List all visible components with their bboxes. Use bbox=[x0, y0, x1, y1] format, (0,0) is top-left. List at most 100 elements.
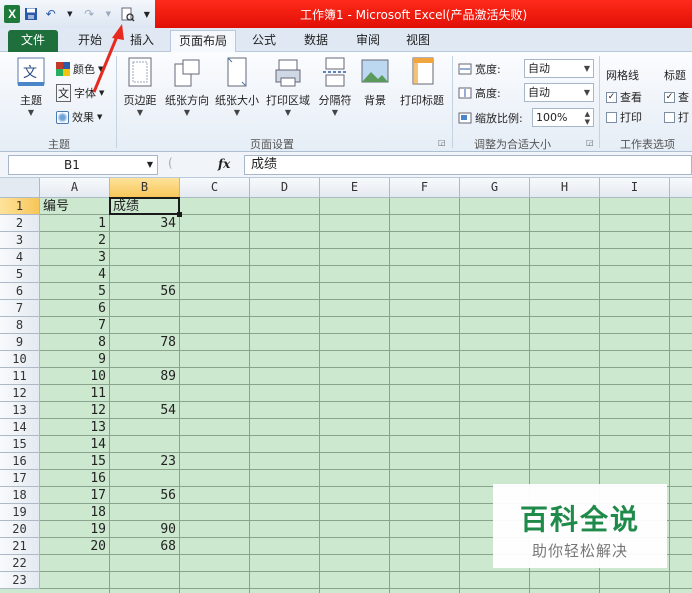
row-header-5[interactable]: 5 bbox=[0, 266, 40, 283]
breaks-button[interactable]: 分隔符 ▼ bbox=[314, 54, 356, 122]
orientation-button[interactable]: 纸张方向 ▼ bbox=[162, 54, 212, 122]
cell-b6[interactable]: 56 bbox=[110, 283, 179, 300]
spinner-arrows-icon[interactable]: ▲ ▼ bbox=[585, 110, 590, 126]
row-header-22[interactable]: 22 bbox=[0, 555, 40, 572]
row-header-14[interactable]: 14 bbox=[0, 419, 40, 436]
cell-b2[interactable]: 34 bbox=[110, 215, 179, 232]
row-header-7[interactable]: 7 bbox=[0, 300, 40, 317]
colors-button[interactable]: 颜色 ▼ bbox=[56, 60, 103, 78]
cell-b16[interactable]: 23 bbox=[110, 453, 179, 470]
cell-b11[interactable]: 89 bbox=[110, 368, 179, 385]
print-titles-button[interactable]: 打印标题 bbox=[396, 54, 448, 122]
row-header-8[interactable]: 8 bbox=[0, 317, 40, 334]
column-header-e[interactable]: E bbox=[320, 178, 390, 198]
row-header-9[interactable]: 9 bbox=[0, 334, 40, 351]
cell-a20[interactable]: 19 bbox=[40, 521, 109, 538]
redo-icon[interactable]: ↷ bbox=[81, 5, 97, 23]
cell-a12[interactable]: 11 bbox=[40, 385, 109, 402]
cell-a13[interactable]: 12 bbox=[40, 402, 109, 419]
tab-review[interactable]: 审阅 bbox=[346, 30, 390, 52]
tab-insert[interactable]: 插入 bbox=[118, 30, 166, 52]
tab-home[interactable]: 开始 bbox=[66, 30, 114, 52]
row-header-19[interactable]: 19 bbox=[0, 504, 40, 521]
excel-logo-icon[interactable]: X bbox=[4, 5, 21, 23]
tab-formulas[interactable]: 公式 bbox=[242, 30, 286, 52]
print-preview-icon[interactable] bbox=[120, 5, 136, 23]
column-header-c[interactable]: C bbox=[180, 178, 250, 198]
print-area-button[interactable]: 打印区域 ▼ bbox=[262, 54, 314, 122]
undo-icon[interactable]: ↶ bbox=[43, 5, 59, 23]
row-header-15[interactable]: 15 bbox=[0, 436, 40, 453]
page-setup-launcher-icon[interactable]: ◲ bbox=[438, 138, 446, 147]
cell-b13[interactable]: 54 bbox=[110, 402, 179, 419]
column-header-f[interactable]: F bbox=[390, 178, 460, 198]
tab-view[interactable]: 视图 bbox=[396, 30, 440, 52]
scale-spinner[interactable]: 100% ▲ ▼ bbox=[532, 108, 594, 127]
formula-input[interactable]: 成绩 bbox=[244, 155, 692, 175]
headings-print-checkbox[interactable]: 打 bbox=[664, 108, 689, 126]
insert-function-icon[interactable]: fx bbox=[218, 157, 230, 171]
fill-handle[interactable] bbox=[177, 212, 182, 217]
row-header-18[interactable]: 18 bbox=[0, 487, 40, 504]
cell-a16[interactable]: 15 bbox=[40, 453, 109, 470]
margins-button[interactable]: 页边距 ▼ bbox=[118, 54, 162, 122]
row-header-21[interactable]: 21 bbox=[0, 538, 40, 555]
cell-a9[interactable]: 8 bbox=[40, 334, 109, 351]
gridlines-view-checkbox[interactable]: ✓ 查看 bbox=[606, 88, 642, 106]
cell-a17[interactable]: 16 bbox=[40, 470, 109, 487]
background-button[interactable]: 背景 bbox=[356, 54, 394, 122]
cancel-entry-icon[interactable]: ( bbox=[168, 156, 173, 170]
row-header-1[interactable]: 1 bbox=[0, 198, 40, 215]
column-header-h[interactable]: H bbox=[530, 178, 600, 198]
cell-a15[interactable]: 14 bbox=[40, 436, 109, 453]
row-header-16[interactable]: 16 bbox=[0, 453, 40, 470]
row-header-11[interactable]: 11 bbox=[0, 368, 40, 385]
select-all-corner[interactable] bbox=[0, 178, 40, 198]
cell-a19[interactable]: 18 bbox=[40, 504, 109, 521]
undo-dropdown-icon[interactable]: ▼ bbox=[62, 5, 78, 23]
gridlines-print-checkbox[interactable]: 打印 bbox=[606, 108, 642, 126]
height-combo[interactable]: 自动 ▼ bbox=[524, 83, 594, 102]
cell-a21[interactable]: 20 bbox=[40, 538, 109, 555]
row-header-23[interactable]: 23 bbox=[0, 572, 40, 589]
row-header-2[interactable]: 2 bbox=[0, 215, 40, 232]
column-header-i[interactable]: I bbox=[600, 178, 670, 198]
fonts-button[interactable]: 文 字体 ▼ bbox=[56, 84, 104, 102]
column-header-d[interactable]: D bbox=[250, 178, 320, 198]
row-header-17[interactable]: 17 bbox=[0, 470, 40, 487]
column-header-partial[interactable] bbox=[670, 178, 692, 198]
effects-button[interactable]: 效果 ▼ bbox=[56, 108, 102, 126]
themes-button[interactable]: 文 主题 ▼ bbox=[8, 54, 54, 122]
width-combo[interactable]: 自动 ▼ bbox=[524, 59, 594, 78]
column-header-b[interactable]: B bbox=[110, 178, 180, 198]
cell-b21[interactable]: 68 bbox=[110, 538, 179, 555]
cell-a11[interactable]: 10 bbox=[40, 368, 109, 385]
cell-a2[interactable]: 1 bbox=[40, 215, 109, 232]
row-header-4[interactable]: 4 bbox=[0, 249, 40, 266]
row-header-20[interactable]: 20 bbox=[0, 521, 40, 538]
cell-a10[interactable]: 9 bbox=[40, 351, 109, 368]
cell-b9[interactable]: 78 bbox=[110, 334, 179, 351]
row-header-3[interactable]: 3 bbox=[0, 232, 40, 249]
cell-a4[interactable]: 3 bbox=[40, 249, 109, 266]
cell-b20[interactable]: 90 bbox=[110, 521, 179, 538]
cell-a5[interactable]: 4 bbox=[40, 266, 109, 283]
row-header-13[interactable]: 13 bbox=[0, 402, 40, 419]
cell-a14[interactable]: 13 bbox=[40, 419, 109, 436]
name-box[interactable]: B1 ▼ bbox=[8, 155, 158, 175]
tab-page-layout[interactable]: 页面布局 bbox=[170, 30, 236, 52]
cell-a6[interactable]: 5 bbox=[40, 283, 109, 300]
row-header-12[interactable]: 12 bbox=[0, 385, 40, 402]
save-icon[interactable] bbox=[23, 5, 39, 23]
cell-b18[interactable]: 56 bbox=[110, 487, 179, 504]
column-header-g[interactable]: G bbox=[460, 178, 530, 198]
row-header-10[interactable]: 10 bbox=[0, 351, 40, 368]
redo-dropdown-icon[interactable]: ▼ bbox=[100, 5, 116, 23]
column-header-a[interactable]: A bbox=[40, 178, 110, 198]
cell-a1[interactable]: 编号 bbox=[40, 198, 109, 215]
headings-view-checkbox[interactable]: ✓ 查 bbox=[664, 88, 689, 106]
size-button[interactable]: 纸张大小 ▼ bbox=[212, 54, 262, 122]
customize-icon[interactable]: ▼ bbox=[139, 5, 155, 23]
cell-a3[interactable]: 2 bbox=[40, 232, 109, 249]
cell-a7[interactable]: 6 bbox=[40, 300, 109, 317]
